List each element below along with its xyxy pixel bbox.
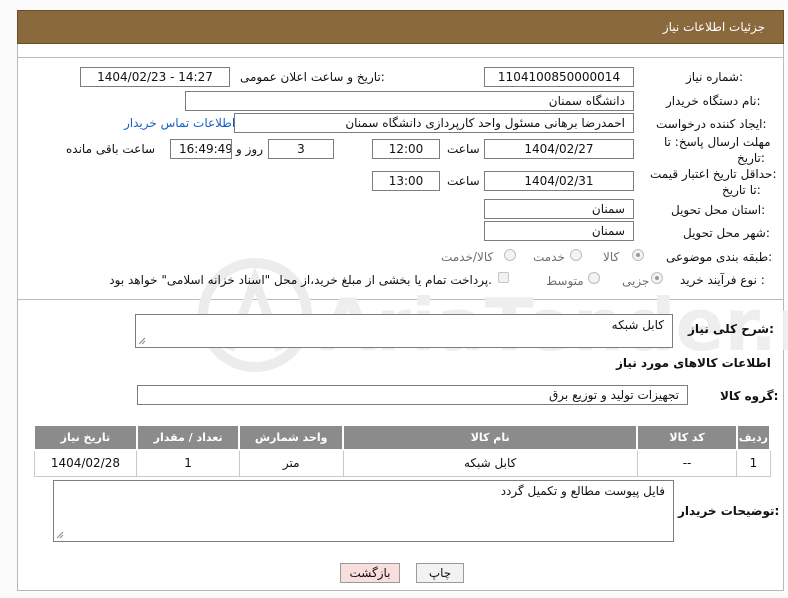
description-text: کابل شبکه <box>611 318 664 332</box>
announce-datetime-label: تاریخ و ساعت اعلان عمومی: <box>240 70 385 84</box>
resize-grip-icon[interactable] <box>138 337 146 345</box>
buyer-notes-label: توضیحات خریدار: <box>678 504 780 518</box>
buyer-notes-textarea[interactable]: فایل پیوست مطالع و تکمیل گردد <box>53 480 674 542</box>
treasury-payment-checkbox[interactable] <box>498 272 509 283</box>
back-button[interactable]: بازگشت <box>340 563 400 583</box>
cell-code: -- <box>636 449 738 477</box>
price-validity-hour-label: ساعت <box>447 174 480 188</box>
buyer-notes-text: فایل پیوست مطالع و تکمیل گردد <box>500 484 665 498</box>
col-header-quantity: تعداد / مقدار <box>135 424 241 451</box>
creator-label: ایجاد کننده درخواست: <box>656 117 767 131</box>
cell-row-no: 1 <box>736 449 771 477</box>
buyer-org-label: نام دستگاه خریدار: <box>666 94 761 108</box>
time-remaining-field: 16:49:49 <box>170 139 232 159</box>
cell-name: کابل شبکه <box>342 449 638 477</box>
city-label: شهر محل تحویل: <box>683 226 770 240</box>
days-label: روز و <box>236 142 263 156</box>
price-validity-time-field: 13:00 <box>372 171 440 191</box>
cell-need-date: 1404/02/28 <box>33 449 138 477</box>
goods-section-title: اطلاعات کالاهای مورد نیاز <box>616 356 771 370</box>
days-remaining-field: 3 <box>268 139 334 159</box>
col-header-code: کد کالا <box>636 424 738 451</box>
category-option-goods: کالا <box>603 250 620 264</box>
announce-datetime-field: 1404/02/23 - 14:27 <box>80 67 230 87</box>
deadline-label-date: تاریخ: <box>737 151 765 165</box>
province-field: سمنان <box>484 199 634 219</box>
remaining-label: ساعت باقی مانده <box>66 142 156 156</box>
category-radio-service[interactable] <box>570 249 582 261</box>
deadline-time-field: 12:00 <box>372 139 440 159</box>
goods-group-field: تجهیزات تولید و توزیع برق <box>137 385 688 405</box>
process-radio-medium[interactable] <box>588 272 600 284</box>
category-label: طبقه بندی موضوعی: <box>666 250 773 264</box>
need-number-label: شماره نیاز: <box>686 70 744 84</box>
deadline-hour-label: ساعت <box>447 142 480 156</box>
col-header-row-no: ردیف <box>735 424 772 451</box>
print-button[interactable]: چاپ <box>416 563 464 583</box>
category-radio-goods[interactable] <box>632 249 644 261</box>
col-header-need-date: تاریخ نیاز <box>33 424 138 451</box>
process-option-medium: متوسط <box>546 274 584 288</box>
deadline-label: مهلت ارسال پاسخ: تا <box>664 135 771 149</box>
table-row: 1 -- کابل شبکه متر 1 1404/02/28 <box>33 449 771 477</box>
creator-field: احمدرضا برهانی مسئول واحد کارپردازی دانش… <box>234 113 634 133</box>
table-header-row: ردیف کد کالا نام کالا واحد شمارش تعداد /… <box>33 424 772 451</box>
resize-grip-icon[interactable] <box>56 531 64 539</box>
price-validity-label-date: تا تاریخ: <box>722 183 761 197</box>
goods-group-label: گروه کالا: <box>720 389 779 403</box>
category-option-service: خدمت <box>533 250 565 264</box>
col-header-name: نام کالا <box>342 424 639 451</box>
city-field: سمنان <box>484 221 634 241</box>
process-radio-minor[interactable] <box>651 272 663 284</box>
col-header-unit: واحد شمارش <box>238 424 345 451</box>
price-validity-date-field: 1404/02/31 <box>484 171 634 191</box>
deadline-date-field: 1404/02/27 <box>484 139 634 159</box>
cell-unit: متر <box>238 449 344 477</box>
goods-table: ردیف کد کالا نام کالا واحد شمارش تعداد /… <box>33 424 772 477</box>
price-validity-label: حداقل تاریخ اعتبار قیمت: <box>650 167 777 181</box>
province-label: استان محل تحویل: <box>671 203 766 217</box>
category-option-goods-service: کالا/خدمت <box>441 250 494 264</box>
title-bar: جزئیات اطلاعات نیاز <box>17 10 784 44</box>
description-textarea[interactable]: کابل شبکه <box>135 314 673 348</box>
need-number-field: 1104100850000014 <box>484 67 634 87</box>
page-title: جزئیات اطلاعات نیاز <box>662 20 765 34</box>
cell-quantity: 1 <box>136 449 240 477</box>
process-label: نوع فرآیند خرید : <box>680 273 765 287</box>
process-option-minor: جزیی <box>622 274 650 288</box>
buyer-org-field: دانشگاه سمنان <box>185 91 634 111</box>
category-radio-goods-service[interactable] <box>504 249 516 261</box>
description-label: شرح کلی نیاز: <box>688 322 774 336</box>
treasury-payment-note: پرداخت تمام یا بخشی از مبلغ خرید،از محل … <box>109 273 492 287</box>
buyer-contact-link[interactable]: اطلاعات تماس خریدار <box>124 116 235 130</box>
